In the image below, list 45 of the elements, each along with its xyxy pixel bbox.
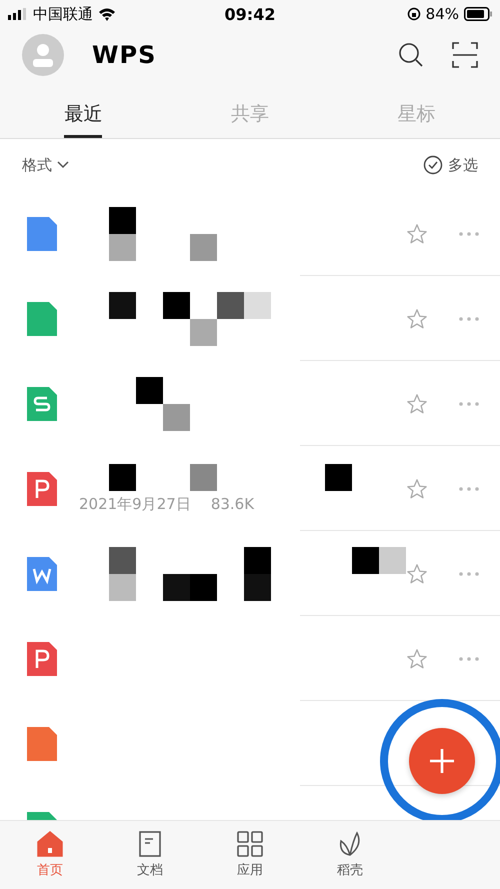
sheet-file-icon	[27, 302, 57, 336]
carrier-name: 中国联通	[33, 4, 93, 24]
check-circle-icon	[423, 155, 443, 175]
battery-percent: 84%	[426, 5, 459, 23]
doc-file-icon	[27, 216, 57, 250]
pdf-file-icon	[27, 642, 57, 676]
word-file-icon	[27, 556, 57, 590]
pdf-file-icon	[27, 472, 57, 506]
battery-icon	[464, 7, 492, 21]
star-icon[interactable]	[406, 648, 428, 670]
app-logo: WPS	[92, 41, 156, 69]
nav-tab[interactable]: 文档	[100, 821, 200, 889]
search-icon[interactable]	[398, 42, 424, 68]
signal-icon	[8, 8, 28, 20]
more-icon[interactable]	[458, 656, 480, 662]
plus-icon	[429, 748, 455, 774]
rotation-lock-icon	[406, 7, 421, 21]
ppt-file-icon	[27, 726, 57, 760]
nav-tab[interactable]: 应用	[200, 821, 300, 889]
document-icon	[137, 831, 163, 857]
star-icon[interactable]	[406, 392, 428, 414]
more-icon[interactable]	[458, 230, 480, 236]
wifi-icon	[98, 7, 116, 21]
format-filter-dropdown[interactable]: 格式	[22, 156, 69, 174]
clock-time: 09:42	[224, 4, 276, 24]
more-icon[interactable]	[458, 486, 480, 492]
more-icon[interactable]	[458, 570, 480, 576]
scan-icon[interactable]	[452, 42, 478, 68]
add-button[interactable]	[409, 728, 475, 794]
more-icon[interactable]	[458, 316, 480, 322]
star-icon[interactable]	[406, 222, 428, 244]
grid-icon	[237, 831, 263, 857]
star-icon[interactable]	[406, 308, 428, 330]
more-icon[interactable]	[458, 400, 480, 406]
home-icon	[37, 831, 63, 857]
file-size: 83.6K	[210, 494, 254, 514]
file-date: 2021年9月27日	[79, 494, 191, 514]
multi-select-button[interactable]: 多选	[423, 155, 478, 175]
tab[interactable]: 最近	[64, 82, 102, 138]
chevron-down-icon	[57, 161, 69, 169]
avatar[interactable]	[22, 34, 64, 76]
star-icon[interactable]	[406, 478, 428, 500]
star-icon[interactable]	[406, 562, 428, 584]
slides-file-icon	[27, 386, 57, 420]
nav-tab[interactable]: 稻壳	[300, 821, 400, 889]
